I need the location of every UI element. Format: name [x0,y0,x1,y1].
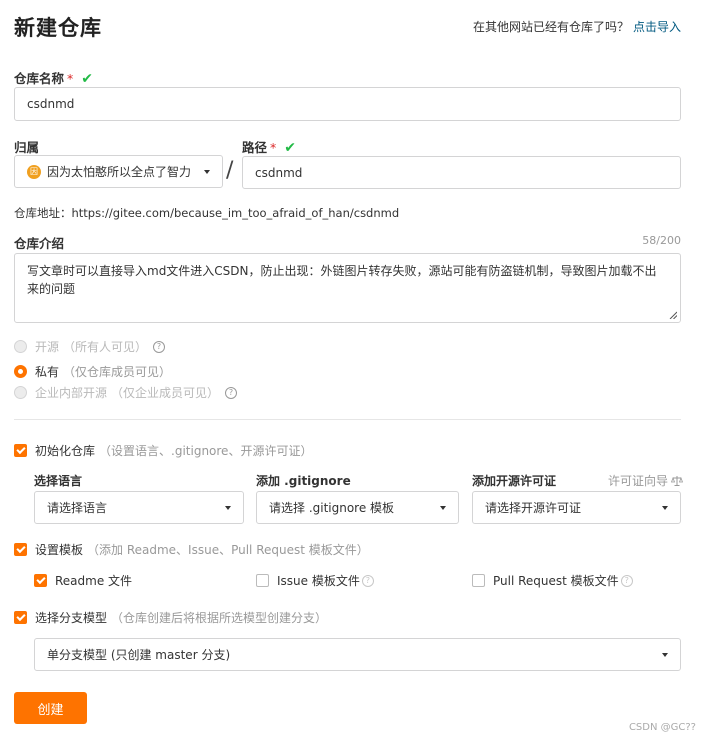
branch-checkbox[interactable] [14,611,27,624]
chevron-down-icon [662,652,668,657]
repo-name-label-text: 仓库名称 [14,71,65,86]
divider [14,419,681,420]
branch-label: 选择分支模型 [35,611,108,625]
description-value: 写文章时可以直接导入md文件进入CSDN，防止出现：外链图片转存失败，源站可能有… [27,264,657,296]
visibility-internal-hint: （仅企业成员可见） [111,386,220,400]
scale-icon [671,475,684,486]
visibility-private-label: 私有 [35,365,60,379]
radio-open[interactable] [14,340,27,353]
path-label-text: 路径 [242,140,268,155]
gitignore-dropdown[interactable]: 请选择 .gitignore 模板 [256,491,459,524]
init-repo-hint: （设置语言、.gitignore、开源许可证） [99,444,313,458]
visibility-open-label: 开源 [35,340,60,354]
description-textarea[interactable]: 写文章时可以直接导入md文件进入CSDN，防止出现：外链图片转存失败，源站可能有… [14,253,681,323]
language-dropdown[interactable]: 请选择语言 [34,491,244,524]
path-separator: / [226,158,234,183]
gitignore-label: 添加 .gitignore [256,474,351,488]
owner-dropdown[interactable]: 因 因为太怕憨所以全点了智力 [14,155,223,188]
question-icon[interactable]: ? [153,340,166,353]
owner-selected: 因 因为太怕憨所以全点了智力 [27,163,191,180]
visibility-open-hint: （所有人可见） [63,340,148,354]
avatar: 因 [27,164,41,179]
branch-option[interactable]: 选择分支模型 （仓库创建后将根据所选模型创建分支） [14,609,327,626]
question-icon[interactable]: ? [361,574,374,587]
radio-internal[interactable] [14,386,27,399]
chevron-down-icon [204,169,210,174]
resize-handle-icon[interactable] [669,311,677,319]
init-repo-checkbox[interactable] [14,444,27,457]
template-checkbox[interactable] [14,543,27,556]
language-label: 选择语言 [34,474,83,488]
license-placeholder: 请选择开源许可证 [485,501,582,515]
pr-template-label: Pull Request 模板文件 [493,574,619,588]
readme-checkbox[interactable] [34,574,47,587]
template-option[interactable]: 设置模板 （添加 Readme、Issue、Pull Request 模板文件） [14,541,369,558]
path-value: csdnmd [255,165,303,180]
issue-template-option[interactable]: Issue 模板文件 ? [256,572,374,589]
radio-private[interactable] [14,365,27,378]
create-button[interactable]: 创建 [14,692,87,724]
required-mark: * [67,71,74,86]
template-label: 设置模板 [35,543,84,557]
question-icon[interactable]: ? [225,386,238,399]
template-hint: （添加 Readme、Issue、Pull Request 模板文件） [87,543,369,557]
question-icon[interactable]: ? [620,574,633,587]
path-input[interactable]: csdnmd [242,156,681,189]
check-icon: ✔ [81,71,93,87]
repo-name-label: 仓库名称 * ✔ [14,68,93,87]
init-repo-option[interactable]: 初始化仓库 （设置语言、.gitignore、开源许可证） [14,442,312,459]
branch-value: 单分支模型 (只创建 master 分支) [47,648,231,662]
description-label: 仓库介绍 [14,236,65,251]
license-label: 添加开源许可证 [472,474,557,488]
branch-hint: （仓库创建后将根据所选模型创建分支） [111,611,328,625]
owner-value: 因为太怕憨所以全点了智力 [47,165,192,179]
readme-label: Readme 文件 [55,574,133,588]
page-title: 新建仓库 [14,16,102,40]
repo-name-value: csdnmd [27,97,75,111]
watermark: CSDN @GC?? [628,722,696,733]
visibility-private-hint: （仅仓库成员可见） [63,365,172,379]
repo-url: 仓库地址：https://gitee.com/because_im_too_af… [14,206,400,220]
pr-template-checkbox[interactable] [472,574,485,587]
license-guide-link[interactable]: 许可证向导 [608,472,684,489]
path-label: 路径 * ✔ [242,137,296,156]
issue-template-checkbox[interactable] [256,574,269,587]
visibility-private[interactable]: 私有 （仅仓库成员可见） [14,363,171,380]
language-placeholder: 请选择语言 [47,501,108,515]
import-link[interactable]: 点击导入 [633,20,681,34]
repo-name-input[interactable]: csdnmd [14,87,681,121]
license-guide-text: 许可证向导 [608,474,669,488]
description-counter: 58/200 [642,234,681,247]
gitignore-placeholder: 请选择 .gitignore 模板 [269,501,395,515]
init-repo-label: 初始化仓库 [35,444,96,458]
import-hint: 在其他网站已经有仓库了吗？ 点击导入 [473,18,681,35]
visibility-internal-label: 企业内部开源 [35,386,108,400]
issue-template-label: Issue 模板文件 [277,574,360,588]
chevron-down-icon [440,505,446,510]
owner-label: 归属 [14,140,40,155]
license-dropdown[interactable]: 请选择开源许可证 [472,491,681,524]
visibility-internal[interactable]: 企业内部开源 （仅企业成员可见） ? [14,384,238,401]
import-hint-text: 在其他网站已经有仓库了吗？ [472,20,629,34]
branch-dropdown[interactable]: 单分支模型 (只创建 master 分支) [34,638,681,671]
chevron-down-icon [662,505,668,510]
readme-option[interactable]: Readme 文件 [34,572,132,589]
required-mark: * [270,140,277,155]
visibility-open[interactable]: 开源 （所有人可见） ? [14,338,166,355]
check-icon: ✔ [284,140,296,156]
chevron-down-icon [225,505,231,510]
pr-template-option[interactable]: Pull Request 模板文件 ? [472,572,633,589]
